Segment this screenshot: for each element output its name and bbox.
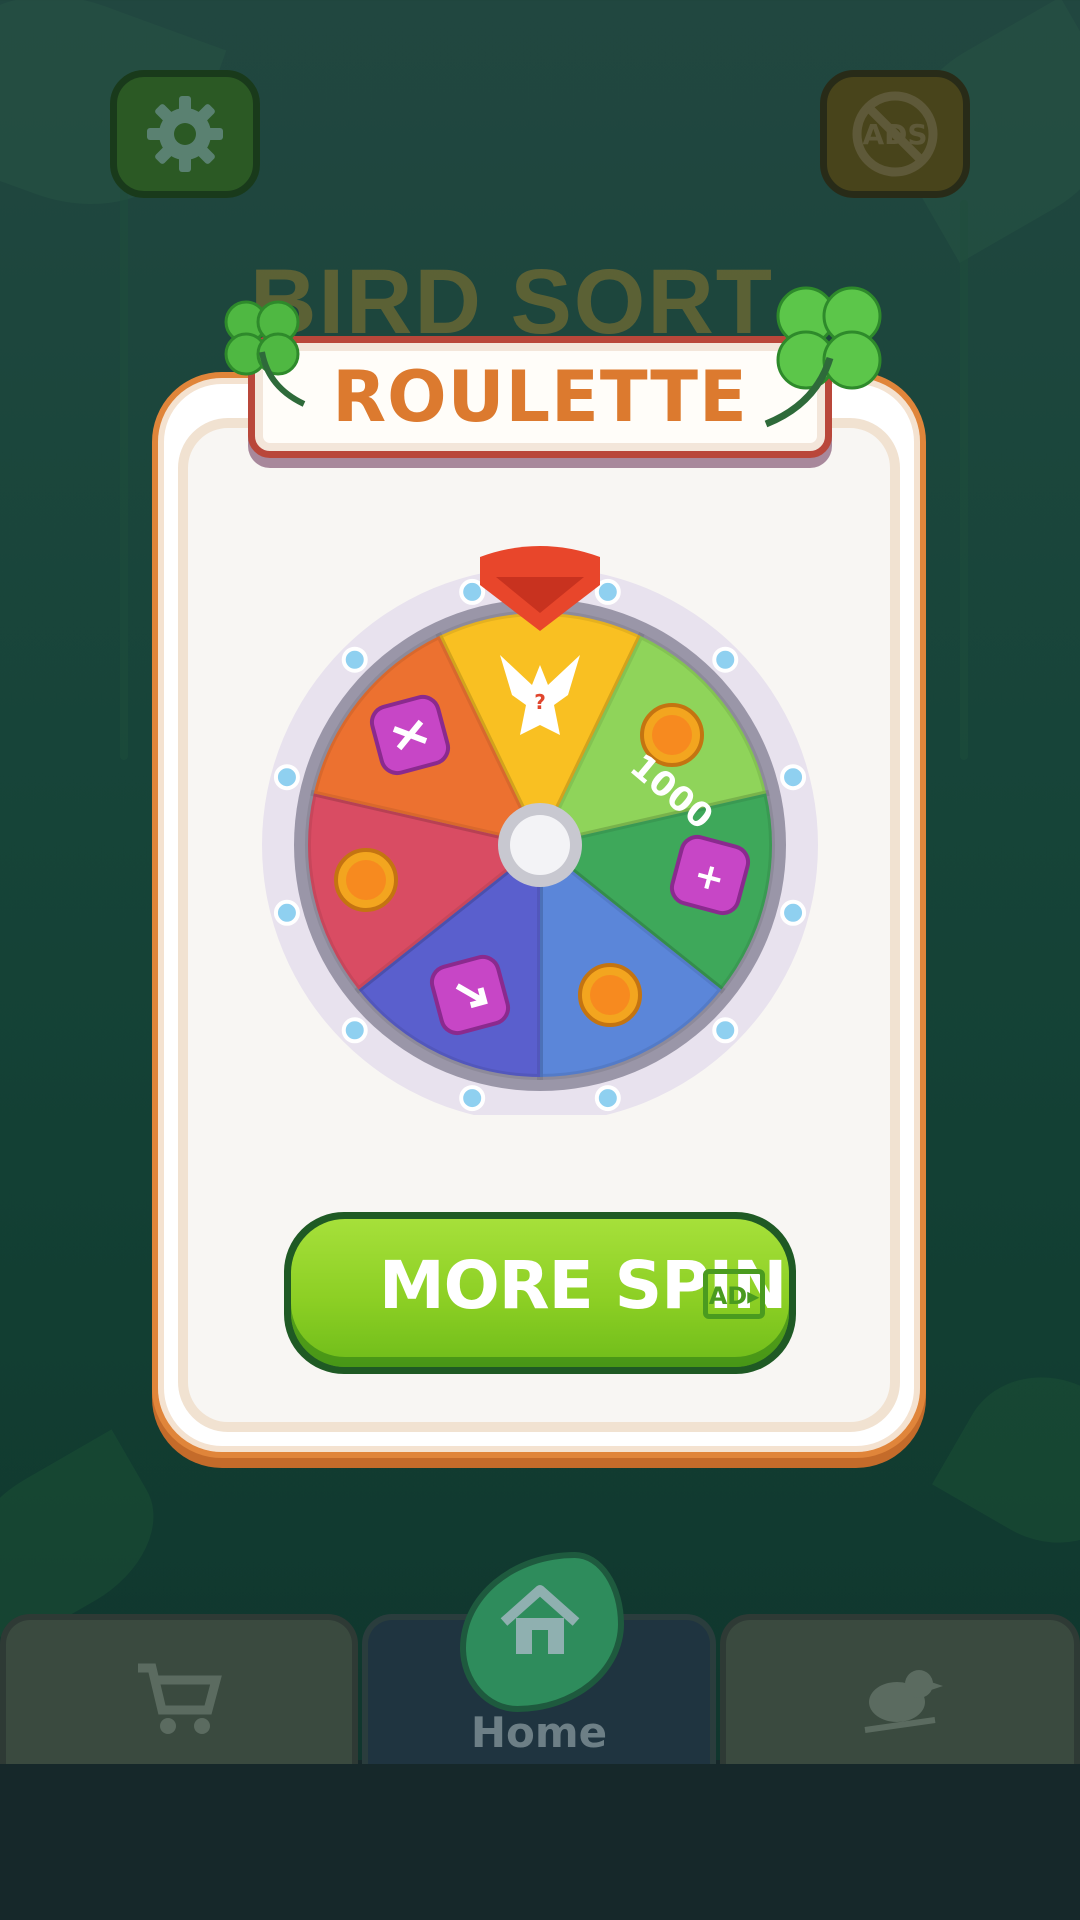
bird-icon <box>864 1670 943 1733</box>
tab-shop[interactable] <box>0 1614 358 1764</box>
roulette-wheel[interactable]: ? 1000 + <box>260 535 820 1115</box>
coin-icon <box>578 963 642 1027</box>
svg-text:?: ? <box>534 690 546 714</box>
modal-title: ROULETTE <box>332 356 748 438</box>
rim-stud <box>273 764 300 791</box>
tab-home-label: Home <box>470 1708 608 1757</box>
cart-icon <box>138 1663 222 1734</box>
coin-icon <box>334 848 398 912</box>
tab-birds[interactable] <box>720 1614 1080 1764</box>
rim-stud <box>712 1017 739 1044</box>
watch-ad-icon: AD▸ <box>703 1269 765 1319</box>
rim-stud <box>780 764 807 791</box>
undo-booster-icon <box>429 954 511 1036</box>
rim-stud <box>594 1085 621 1112</box>
rim-stud <box>780 899 807 926</box>
rim-stud <box>273 899 300 926</box>
roulette-banner: ROULETTE <box>248 336 832 458</box>
add-branch-booster-icon: + <box>669 834 751 916</box>
rim-stud <box>459 578 486 605</box>
rim-stud <box>459 1085 486 1112</box>
bottom-nav-background <box>0 1760 1080 1920</box>
shuffle-booster-icon <box>369 694 451 776</box>
wheel-hub-cap <box>510 815 570 875</box>
rim-stud <box>594 578 621 605</box>
rim-stud <box>712 646 739 673</box>
home-icon <box>500 1585 580 1654</box>
clover-icon <box>764 286 882 428</box>
rim-stud <box>341 1017 368 1044</box>
clover-icon <box>224 300 306 407</box>
more-spin-button[interactable]: MORE SPIN AD▸ <box>284 1212 796 1374</box>
rim-stud <box>341 646 368 673</box>
